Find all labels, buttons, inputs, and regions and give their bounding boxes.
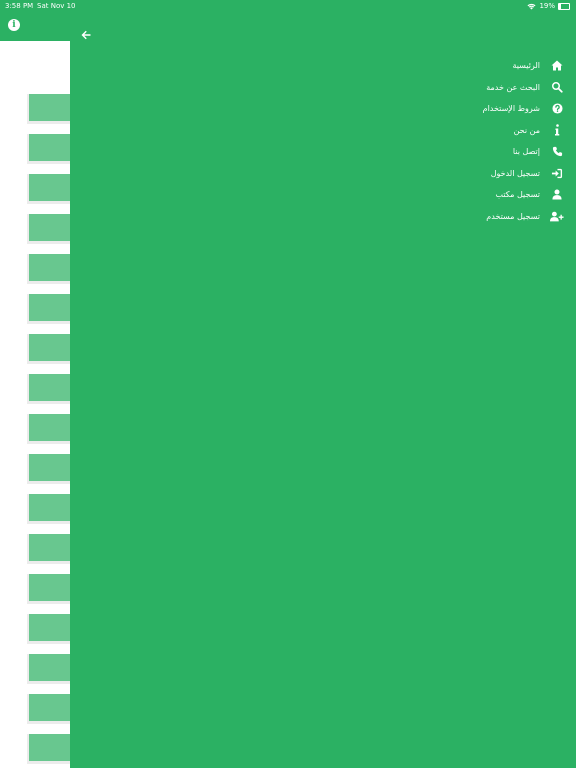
menu-item-label: إتصل بنا [512,147,540,157]
battery-icon [558,2,570,10]
menu-item-register-user[interactable]: تسجيل مستخدم [304,206,564,228]
status-bar: 3:58 PM Sat Nov 10 19% [0,0,576,12]
list-item[interactable] [29,694,70,721]
list-item[interactable] [29,334,70,361]
phone-icon [550,145,564,159]
menu-item-label: البحث عن خدمة [486,82,540,92]
list-item[interactable] [29,214,70,241]
list-item[interactable] [29,574,70,601]
list-item[interactable] [29,534,70,561]
list-item[interactable] [29,294,70,321]
list-item[interactable] [29,494,70,521]
menu-item-register-office[interactable]: تسجيل مكتب [304,184,564,206]
status-date: Sat Nov 10 [37,2,76,10]
menu-item-contact[interactable]: إتصل بنا [304,141,564,163]
home-icon [550,59,564,73]
list-item[interactable] [29,734,70,761]
list-item[interactable] [29,614,70,641]
menu-item-about[interactable]: من نحن [304,120,564,142]
menu-item-label: شروط الإستخدام [482,104,540,114]
list-item[interactable] [29,94,70,121]
status-time: 3:58 PM [5,2,34,10]
menu-item-home[interactable]: الرئيسية [304,55,564,77]
search-icon [550,80,564,94]
battery-percent: 19% [539,2,555,10]
menu-item-label: من نحن [513,125,540,135]
list-item[interactable] [29,454,70,481]
user-plus-icon [550,209,564,223]
menu-item-login[interactable]: تسجيل الدخول [304,163,564,185]
list-item[interactable] [29,414,70,441]
menu-item-search-service[interactable]: البحث عن خدمة [304,77,564,99]
back-arrow-icon[interactable] [80,29,92,41]
user-icon [550,188,564,202]
list-item[interactable] [29,374,70,401]
status-indicators: 19% [527,0,570,12]
menu-item-label: تسجيل الدخول [490,168,540,178]
list-item[interactable] [29,654,70,681]
side-drawer: الرئيسية البحث عن خدمة شروط الإستخدام من… [70,12,576,768]
list-item[interactable] [29,254,70,281]
menu-item-label: تسجيل مكتب [495,190,540,200]
battery-fill [559,3,561,9]
wifi-icon [527,3,536,9]
menu-item-label: الرئيسية [512,61,540,71]
menu-item-terms[interactable]: شروط الإستخدام [304,98,564,120]
list-item[interactable] [29,174,70,201]
info-icon [550,123,564,137]
info-icon[interactable]: i [8,19,20,31]
menu-item-label: تسجيل مستخدم [486,211,540,221]
list-item[interactable] [29,134,70,161]
drawer-menu: الرئيسية البحث عن خدمة شروط الإستخدام من… [304,55,564,227]
sign-in-icon [550,166,564,180]
question-circle-icon [550,102,564,116]
